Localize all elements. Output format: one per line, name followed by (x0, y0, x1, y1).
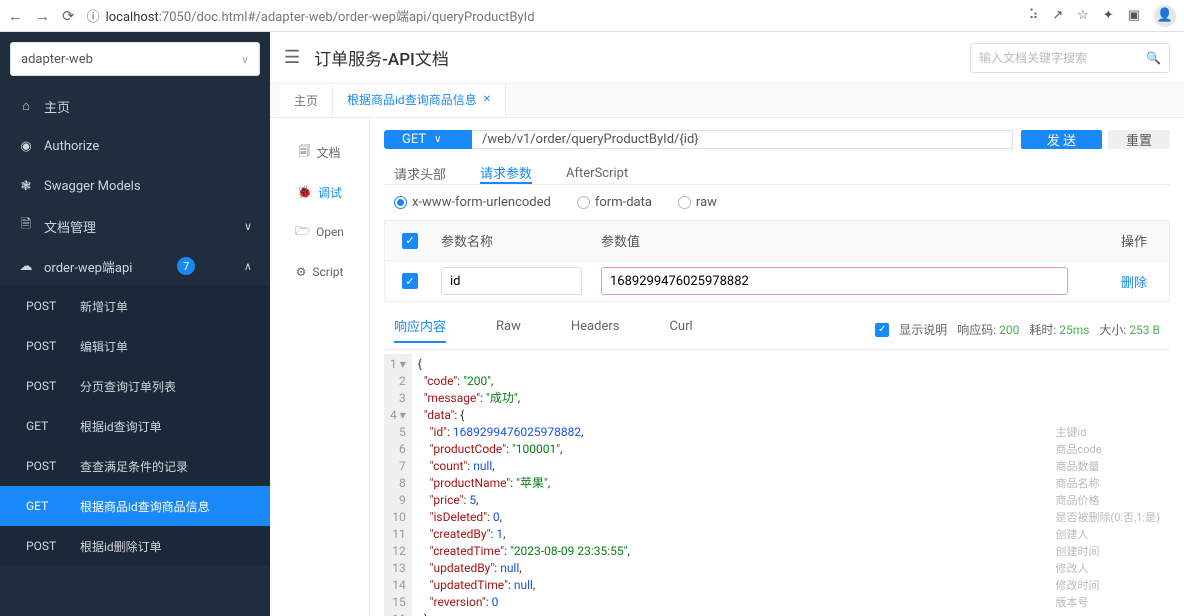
share-icon[interactable]: ↗ (1052, 8, 1063, 23)
tab[interactable]: 根据商品id查询商品信息✕ (333, 84, 506, 117)
nav-icon: ☁ (18, 259, 34, 274)
project-name: adapter-web (21, 52, 93, 67)
translate-icon[interactable]: ⠵ (1029, 8, 1039, 23)
chevron-down-icon: ∨ (241, 53, 249, 66)
api-item[interactable]: POST查查满足条件的记录 (0, 446, 270, 486)
chevron-icon: ∨ (244, 220, 252, 233)
method-label: GET (26, 499, 66, 513)
radio-icon (577, 196, 590, 209)
subnav-item[interactable]: 🐞调试 (270, 172, 369, 212)
sidebar-item[interactable]: ☁order-wep端api7∧ (0, 246, 270, 286)
subnav: 🗐文档🐞调试🗁Open⚙Script (270, 118, 370, 616)
panel: GET ∨ /web/v1/order/queryProductById/{id… (370, 118, 1184, 616)
body-type-option[interactable]: raw (678, 195, 717, 210)
chevron-icon: ∧ (244, 260, 252, 273)
radio-icon (678, 196, 691, 209)
col-value: 参数值 (595, 231, 1099, 250)
project-select[interactable]: adapter-web ∨ (10, 42, 260, 76)
response-tab[interactable]: Headers (571, 319, 620, 340)
col-name: 参数名称 (435, 231, 595, 250)
sidebar-item[interactable]: ⌂主页 (0, 86, 270, 126)
count-badge: 7 (177, 257, 195, 275)
api-item[interactable]: POST新增订单 (0, 286, 270, 326)
col-action: 操作 (1099, 231, 1169, 250)
search-input[interactable]: 输入文档关键字搜索 🔍 (970, 43, 1170, 73)
info-icon[interactable]: ⓘ (87, 6, 100, 25)
subnav-item[interactable]: 🗐文档 (270, 132, 369, 172)
subnav-icon: ⚙ (296, 265, 307, 279)
subnav-icon: 🗐 (298, 142, 310, 163)
method-label: POST (26, 459, 66, 473)
checkbox[interactable]: ✓ (402, 273, 418, 289)
body-type-option[interactable]: form-data (577, 195, 652, 210)
response-tab[interactable]: Curl (669, 319, 692, 340)
param-value-input[interactable] (601, 267, 1068, 295)
param-tab[interactable]: 请求参数 (480, 163, 532, 184)
response-tabs: 响应内容 Raw Headers Curl ✓ 显示说明 响应码: 200 耗时: 2… (384, 302, 1170, 350)
close-icon[interactable]: ✕ (483, 94, 491, 105)
response-tab[interactable]: Raw (496, 319, 521, 340)
sidebar-item[interactable]: 🗎文档管理∨ (0, 206, 270, 246)
method-label: POST (26, 379, 66, 393)
param-tab[interactable]: AfterScript (566, 163, 628, 184)
reload-icon[interactable]: ⟳ (62, 7, 75, 25)
tab[interactable]: 主页 (280, 84, 333, 117)
menu-icon[interactable]: ☰ (284, 47, 300, 68)
method-label: GET (26, 419, 66, 433)
param-tab[interactable]: 请求头部 (394, 163, 446, 184)
body-type-radios: x-www-form-urlencoded form-data raw (384, 185, 1170, 220)
url-bar[interactable]: localhost:7050/doc.html#/adapter-web/ord… (106, 6, 1017, 25)
main: ☰ 订单服务-API文档 输入文档关键字搜索 🔍 主页根据商品id查询商品信息✕… (270, 32, 1184, 616)
body-type-option[interactable]: x-www-form-urlencoded (394, 195, 551, 210)
api-item[interactable]: POST根据id删除订单 (0, 526, 270, 566)
response-meta: ✓ 显示说明 响应码: 200 耗时: 25ms 大小: 253 B (875, 321, 1160, 338)
nav-icon: ⌂ (18, 98, 34, 114)
sidebar-item[interactable]: ◉Authorize (0, 126, 270, 166)
param-tabs: 请求头部 请求参数 AfterScript (384, 163, 1170, 185)
api-item[interactable]: POST编辑订单 (0, 326, 270, 366)
sidebar: adapter-web ∨ ⌂主页◉Authorize❃Swagger Mode… (0, 32, 270, 616)
page-title: 订单服务-API文档 (314, 45, 449, 70)
api-item[interactable]: GET根据id查询订单 (0, 406, 270, 446)
subnav-icon: 🗁 (295, 222, 310, 243)
delete-link[interactable]: 删除 (1099, 272, 1169, 291)
param-name-input[interactable] (441, 267, 582, 295)
topbar: ☰ 订单服务-API文档 输入文档关键字搜索 🔍 (270, 32, 1184, 84)
extensions-icon[interactable]: ✦ (1103, 8, 1114, 23)
send-button[interactable]: 发 送 (1021, 130, 1102, 149)
response-tab[interactable]: 响应内容 (394, 316, 446, 343)
method-label: POST (26, 299, 66, 313)
reset-button[interactable]: 重置 (1108, 130, 1170, 149)
forward-icon[interactable]: → (35, 7, 50, 25)
api-item[interactable]: GET根据商品id查询商品信息 (0, 486, 270, 526)
subnav-item[interactable]: ⚙Script (270, 252, 369, 292)
method-label: POST (26, 539, 66, 553)
nav-icon: ❃ (18, 179, 34, 194)
param-row: ✓ 删除 (385, 261, 1169, 301)
back-icon[interactable]: ← (8, 7, 23, 25)
checkbox[interactable]: ✓ (875, 323, 889, 337)
star-icon[interactable]: ☆ (1077, 8, 1089, 23)
request-row: GET ∨ /web/v1/order/queryProductById/{id… (384, 130, 1170, 149)
nav-icon: ◉ (18, 139, 34, 154)
chevron-down-icon: ∨ (434, 134, 441, 145)
api-item[interactable]: POST分页查询订单列表 (0, 366, 270, 406)
sidebar-item[interactable]: ❃Swagger Models (0, 166, 270, 206)
method-select[interactable]: GET ∨ (384, 130, 472, 149)
method-label: POST (26, 339, 66, 353)
url-input[interactable]: /web/v1/order/queryProductById/{id} (472, 130, 1013, 149)
radio-icon (394, 196, 407, 209)
subnav-icon: 🐞 (297, 185, 312, 199)
subnav-item[interactable]: 🗁Open (270, 212, 369, 252)
search-icon: 🔍 (1146, 51, 1161, 65)
nav-icon: 🗎 (18, 215, 34, 237)
param-table: ✓ 参数名称 参数值 操作 ✓ 删除 (384, 220, 1170, 302)
tabs: 主页根据商品id查询商品信息✕ (270, 84, 1184, 118)
browser-bar: ← → ⟳ ⓘ localhost:7050/doc.html#/adapter… (0, 0, 1184, 32)
checkbox-all[interactable]: ✓ (402, 233, 418, 249)
panel-icon[interactable]: ▣ (1128, 8, 1140, 23)
avatar[interactable]: 👤 (1154, 5, 1176, 27)
response-body: 1 ▾234 ▾567891011121314151617 { "code": … (384, 354, 1170, 616)
